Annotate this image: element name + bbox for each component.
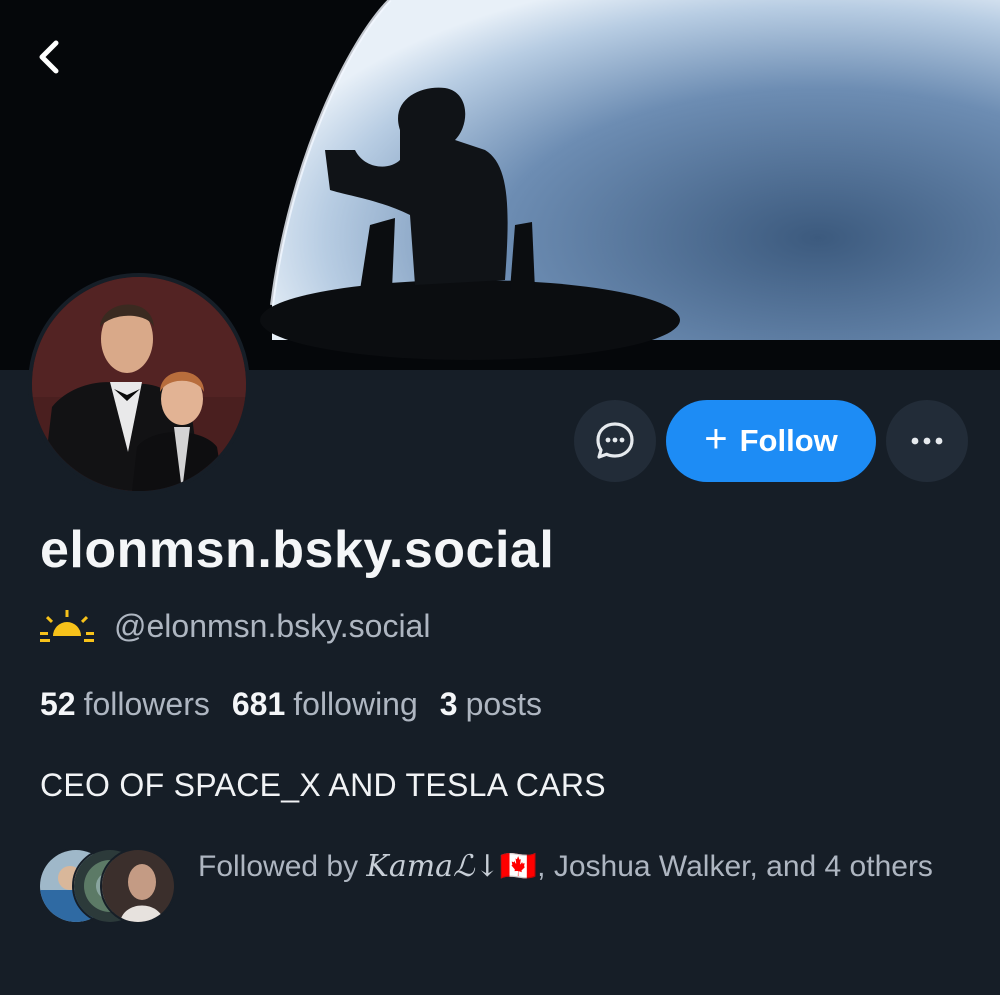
posts-stat: 3 posts [440,686,542,723]
sunrise-icon [40,609,94,642]
following-stat[interactable]: 681 following [232,686,418,723]
canada-flag-icon: 🇨🇦 [499,850,538,883]
following-label: following [293,686,418,722]
back-button[interactable] [34,40,86,92]
followed-by-text: Followed by 𝐾𝑎𝑚𝑎ℒ↓🇨🇦, Joshua Walker, and… [198,846,938,888]
chat-bubble-icon [596,422,634,459]
avatar-image [32,277,246,491]
followed-by-rest: , Joshua Walker, and 4 others [537,850,933,883]
message-button[interactable] [574,400,656,482]
ellipsis-icon [911,437,943,445]
profile-bio: CEO OF SPACE_X AND TESLA CARS [40,767,606,803]
known-follower-avatar [100,848,176,924]
followers-label: followers [83,686,210,722]
follow-button-label: Follow [739,423,838,458]
known-followers-avatars [38,846,178,926]
plus-icon: + [704,417,728,461]
follower-name-kamal[interactable]: 𝐾𝑎𝑚𝑎ℒ↓ [366,849,499,884]
followers-stat[interactable]: 52 followers [40,686,210,723]
posts-label: posts [465,686,543,722]
followed-by-prefix: Followed by [198,850,359,883]
posts-count: 3 [439,686,458,722]
followed-by-row[interactable]: Followed by 𝐾𝑎𝑚𝑎ℒ↓🇨🇦, Joshua Walker, and… [38,846,938,926]
profile-stats: 52 followers 681 following 3 posts [40,686,542,723]
following-count: 681 [231,686,286,722]
follow-button[interactable]: + Follow [666,400,876,482]
profile-avatar[interactable] [28,273,250,495]
profile-actions: + Follow [574,400,968,482]
handle-row: @elonmsn.bsky.social [40,608,430,645]
chevron-left-icon [39,40,59,74]
followers-count: 52 [40,686,76,722]
profile-handle: @elonmsn.bsky.social [114,608,431,644]
more-options-button[interactable] [886,400,968,482]
display-name: elonmsn.bsky.social [40,521,555,579]
